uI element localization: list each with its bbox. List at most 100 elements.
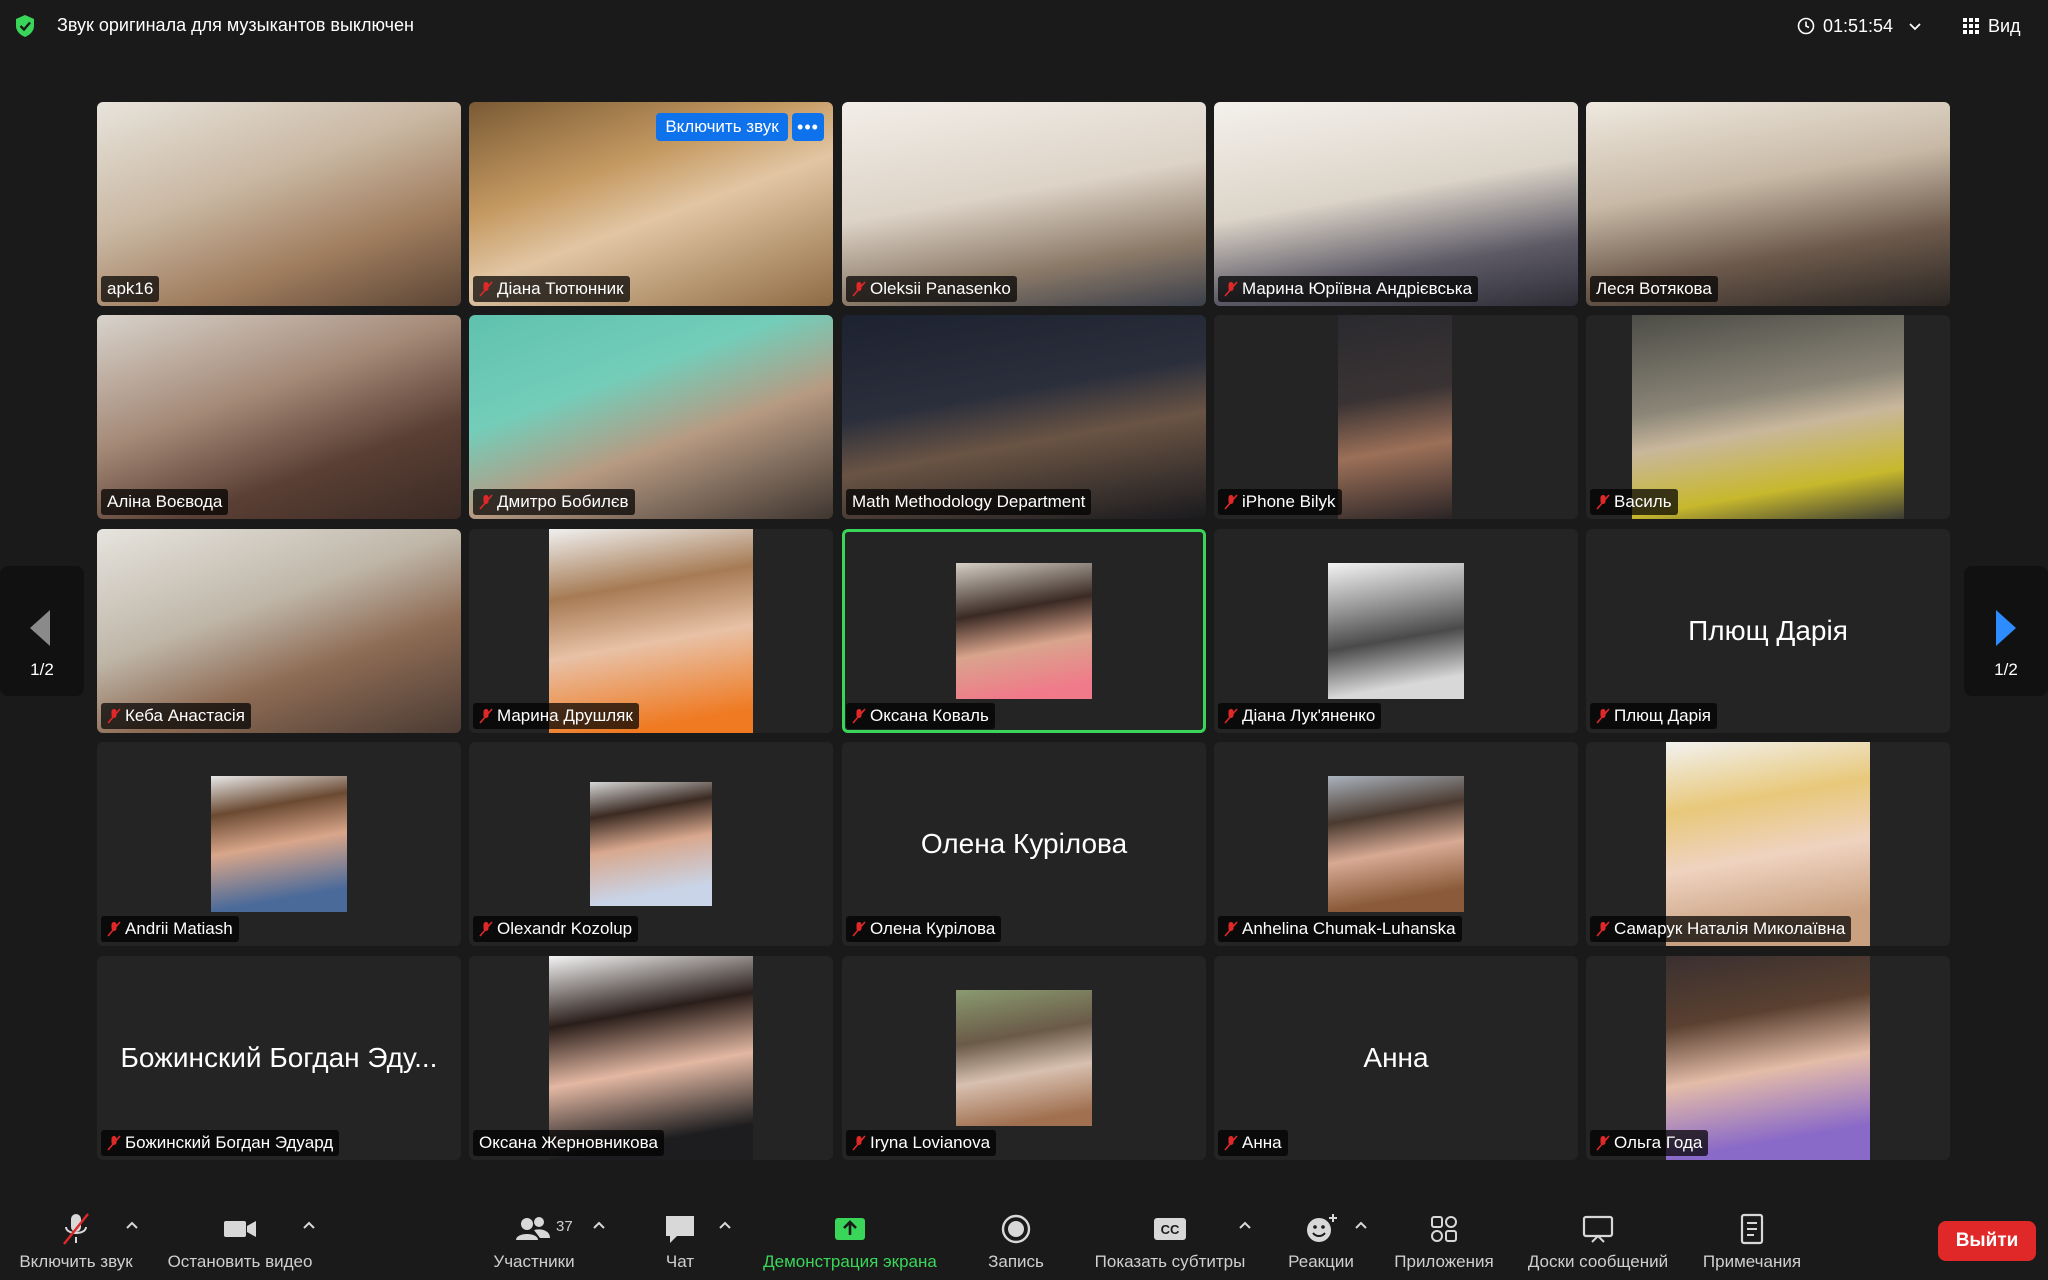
- more-options-button[interactable]: •••: [792, 113, 824, 141]
- previous-page-button[interactable]: 1/2: [0, 566, 84, 696]
- participants-button[interactable]: 37 Участники: [474, 1212, 594, 1278]
- participant-photo: [956, 563, 1092, 699]
- participant-name-tag: Анна: [1218, 1130, 1288, 1156]
- whiteboards-label: Доски сообщений: [1527, 1252, 1669, 1271]
- record-label: Запись: [988, 1252, 1044, 1271]
- arrow-left-icon: [30, 610, 50, 646]
- participant-tile[interactable]: Andrii Matiash: [97, 742, 461, 946]
- caret-up-icon[interactable]: [1238, 1220, 1252, 1230]
- participant-name-tag: Плющ Дарія: [1590, 703, 1718, 729]
- participant-tile[interactable]: Марина Друшляк: [469, 529, 833, 733]
- mic-off-icon: [1596, 921, 1610, 937]
- mic-off-icon: [107, 921, 121, 937]
- view-button[interactable]: Вид: [1962, 10, 2042, 42]
- participant-photo: [956, 990, 1092, 1126]
- participant-name: Anhelina Chumak-Luhanska: [1242, 919, 1456, 938]
- participant-tile[interactable]: Anhelina Chumak-Luhanska: [1214, 742, 1578, 946]
- participant-name-tag: Iryna Lovianova: [846, 1130, 997, 1156]
- participant-tile[interactable]: Василь: [1586, 315, 1950, 519]
- participant-name-tag: Оксана Жерновникова: [473, 1130, 664, 1156]
- participant-tile[interactable]: iPhone Bilyk: [1214, 315, 1578, 519]
- closed-captions-icon: CC: [1154, 1218, 1186, 1240]
- participant-tile[interactable]: Самарук Наталія Миколаївна: [1586, 742, 1950, 946]
- participant-name-tag: Andrii Matiash: [101, 916, 239, 942]
- participant-tile[interactable]: Анна Анна: [1214, 956, 1578, 1160]
- participant-name-tag: Math Methodology Department: [846, 489, 1092, 515]
- caret-up-icon[interactable]: [302, 1220, 316, 1230]
- participant-name-tag: Марина Юріївна Андрієвська: [1218, 276, 1479, 302]
- participant-video: [1338, 315, 1452, 519]
- participant-tile[interactable]: Плющ Дарія Плющ Дарія: [1586, 529, 1950, 733]
- participant-name-tag: Ольга Года: [1590, 1130, 1709, 1156]
- participant-tile[interactable]: Oleksii Panasenko: [842, 102, 1206, 306]
- caret-up-icon[interactable]: [125, 1220, 139, 1230]
- mic-off-icon: [107, 1135, 121, 1151]
- participant-name: Анна: [1242, 1133, 1282, 1152]
- participant-name: Ольга Года: [1614, 1133, 1703, 1152]
- participant-name: Olexandr Kozolup: [497, 919, 633, 938]
- participant-tile[interactable]: Ольга Года: [1586, 956, 1950, 1160]
- participant-name: Math Methodology Department: [852, 492, 1086, 511]
- participant-tile[interactable]: Божинский Богдан Эду... Божинский Богдан…: [97, 956, 461, 1160]
- whiteboards-button[interactable]: Доски сообщений: [1518, 1212, 1678, 1278]
- unmute-button[interactable]: Включить звук: [10, 1212, 142, 1278]
- participant-name: Iryna Lovianova: [870, 1133, 991, 1152]
- timer-value: 01:51:54: [1823, 15, 1894, 36]
- notes-label: Примечания: [1702, 1252, 1802, 1271]
- participant-tile[interactable]: apk16: [97, 102, 461, 306]
- participant-tile[interactable]: Дмитро Бобилєв: [469, 315, 833, 519]
- participant-tile-active-speaker[interactable]: Оксана Коваль: [842, 529, 1206, 733]
- participant-tile[interactable]: Марина Юріївна Андрієвська: [1214, 102, 1578, 306]
- next-page-button[interactable]: 1/2: [1964, 566, 2048, 696]
- participant-tile[interactable]: Олена Курілова Олена Курілова: [842, 742, 1206, 946]
- participant-name: Оксана Жерновникова: [479, 1133, 658, 1152]
- participants-icon: [516, 1217, 550, 1240]
- chat-button[interactable]: Чат: [640, 1212, 720, 1278]
- participant-tile[interactable]: Леся Вотякова: [1586, 102, 1950, 306]
- mic-off-icon: [1224, 1135, 1238, 1151]
- reactions-button[interactable]: Реакции: [1276, 1212, 1366, 1278]
- mic-off-icon: [479, 921, 493, 937]
- participant-name: Кеба Анастасія: [125, 706, 245, 725]
- clock-icon: [1797, 17, 1815, 35]
- caret-up-icon[interactable]: [1354, 1220, 1368, 1230]
- caret-up-icon[interactable]: [592, 1220, 606, 1230]
- mic-off-icon: [107, 708, 121, 724]
- caret-up-icon[interactable]: [718, 1220, 732, 1230]
- participants-label: Участники: [493, 1252, 575, 1271]
- ask-to-unmute-button[interactable]: Включить звук: [656, 113, 788, 141]
- record-icon: [1001, 1214, 1031, 1244]
- participant-name-tag: Діана Лук'яненко: [1218, 703, 1382, 729]
- stop-video-button[interactable]: Остановить видео: [160, 1212, 320, 1278]
- leave-meeting-button[interactable]: Выйти: [1938, 1221, 2036, 1261]
- meeting-timer[interactable]: 01:51:54: [1797, 10, 1941, 42]
- participant-tile[interactable]: Діана Лук'яненко: [1214, 529, 1578, 733]
- share-screen-button[interactable]: Демонстрация экрана: [750, 1212, 950, 1278]
- participant-photo: [211, 776, 347, 912]
- apps-button[interactable]: Приложения: [1388, 1212, 1500, 1278]
- meeting-controls-bar: Включить звук Остановить видео 37 Участн…: [0, 1202, 2048, 1280]
- mic-off-icon: [852, 921, 866, 937]
- participant-tile[interactable]: Аліна Воєвода: [97, 315, 461, 519]
- shield-check-icon[interactable]: [14, 14, 36, 38]
- participant-tile[interactable]: Оксана Жерновникова: [469, 956, 833, 1160]
- participant-tile[interactable]: Olexandr Kozolup: [469, 742, 833, 946]
- show-captions-label: Показать субтитры: [1094, 1252, 1246, 1271]
- notes-button[interactable]: Примечания: [1694, 1212, 1810, 1278]
- participant-tile[interactable]: Math Methodology Department: [842, 315, 1206, 519]
- mic-off-icon: [479, 708, 493, 724]
- share-screen-icon: [835, 1218, 865, 1240]
- participant-name-tag: Аліна Воєвода: [101, 489, 229, 515]
- share-screen-label: Демонстрация экрана: [763, 1252, 937, 1271]
- reactions-label: Реакции: [1288, 1252, 1354, 1271]
- participant-name: Олена Курілова: [870, 919, 996, 938]
- participant-name-tag: Olexandr Kozolup: [473, 916, 639, 942]
- participant-tile[interactable]: Кеба Анастасія: [97, 529, 461, 733]
- participant-name-tag: iPhone Bilyk: [1218, 489, 1342, 515]
- participant-tile[interactable]: Iryna Lovianova: [842, 956, 1206, 1160]
- show-captions-button[interactable]: CC Показать субтитры: [1084, 1212, 1256, 1278]
- participant-name: Плющ Дарія: [1614, 706, 1712, 725]
- record-button[interactable]: Запись: [974, 1212, 1058, 1278]
- participant-name: Оксана Коваль: [870, 706, 989, 725]
- mic-off-icon: [852, 1135, 866, 1151]
